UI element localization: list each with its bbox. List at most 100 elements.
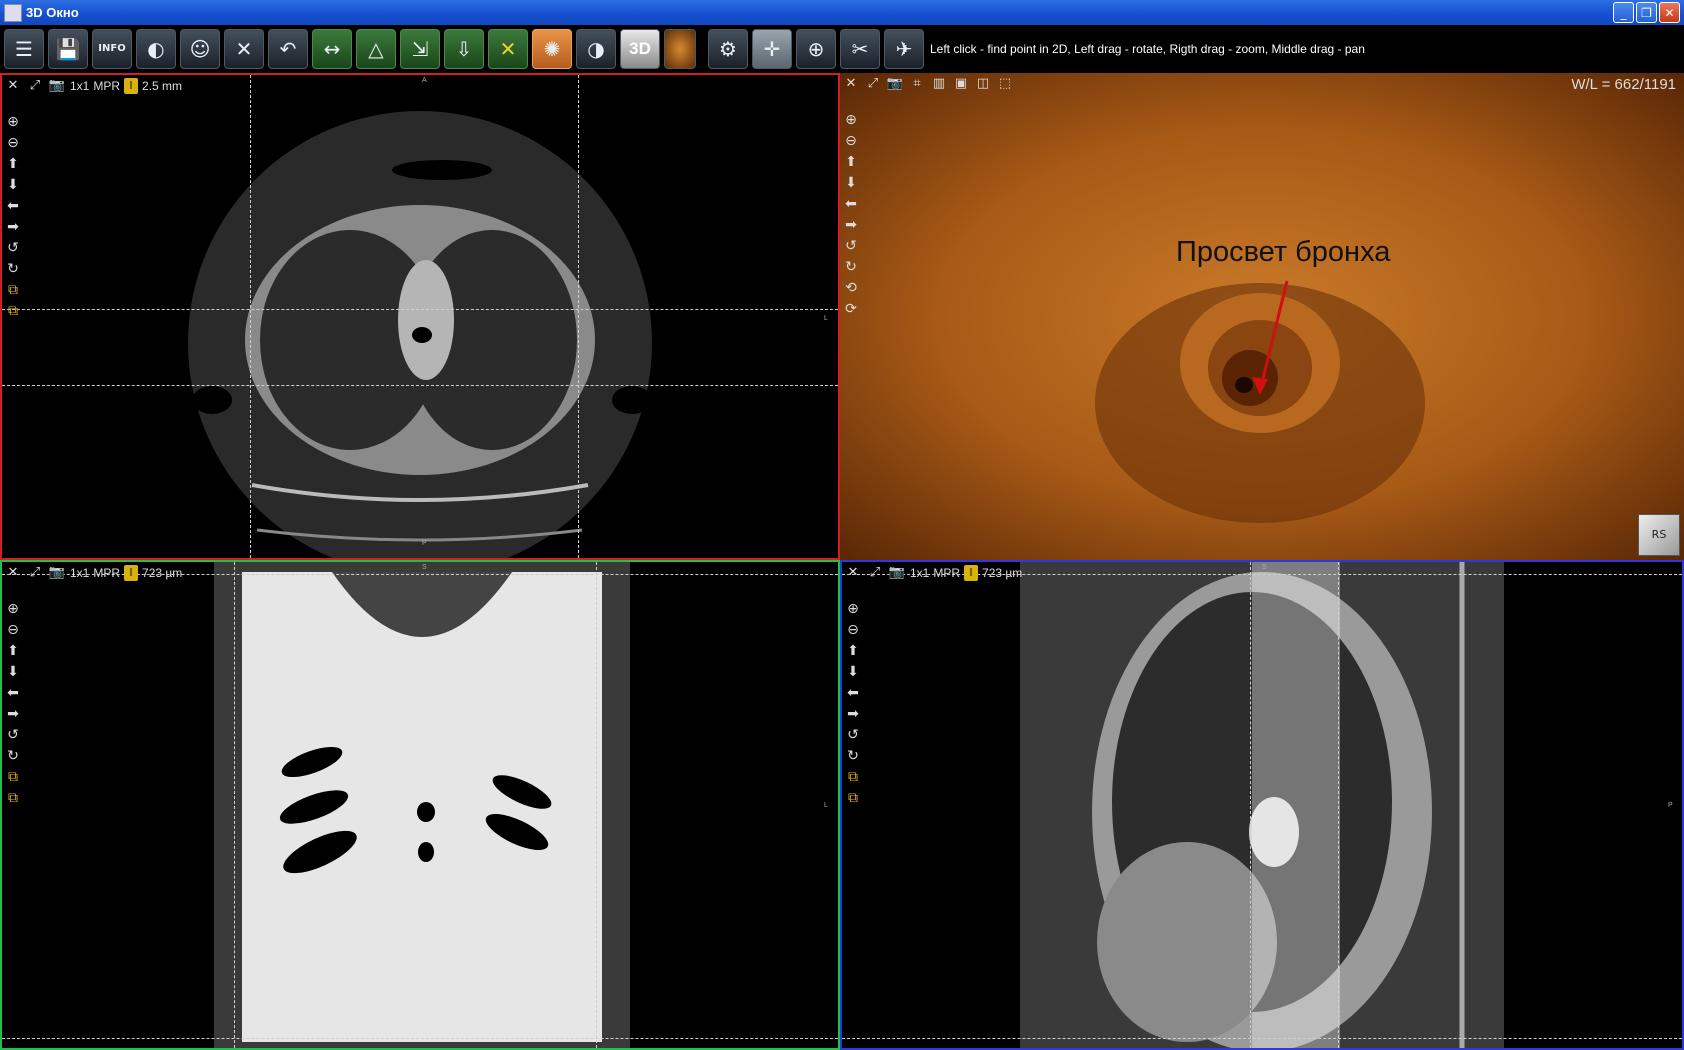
invert-icon[interactable]: ◑ — [576, 29, 616, 69]
volume-render-icon[interactable]: ✺ — [532, 29, 572, 69]
arrow-left-icon[interactable]: ⬅ — [844, 684, 862, 702]
rotate-right-icon[interactable]: ↻ — [844, 747, 862, 765]
scissors-icon[interactable]: ✂ — [840, 29, 880, 69]
flip-horizontal-icon[interactable]: ⧉ — [844, 768, 862, 786]
crosshair-line-v2[interactable] — [596, 562, 597, 1048]
airplane-icon[interactable]: ✈ — [884, 29, 924, 69]
roll-right-icon[interactable]: ⟳ — [842, 300, 860, 318]
arrow-left-icon[interactable]: ⬅ — [4, 684, 22, 702]
tools-icon[interactable]: ✕ — [4, 564, 22, 582]
arrow-up-icon[interactable]: ⬆ — [4, 155, 22, 173]
arrow-up-icon[interactable]: ⬆ — [4, 642, 22, 660]
crop-icon[interactable]: ⌗ — [908, 75, 926, 93]
arrow-up-icon[interactable]: ⬆ — [844, 642, 862, 660]
orientation-cube[interactable]: RS — [1638, 514, 1680, 556]
rotate-left-icon[interactable]: ↺ — [4, 726, 22, 744]
camera-icon[interactable]: 📷 — [886, 75, 904, 93]
sagittal-viewport[interactable]: S P ✕ ⤢ 📷 1x1 MPR I 723 µm ⊕ ⊖ ⬆ ⬇ ⬅ ➡ ↺… — [840, 560, 1684, 1050]
layout-label[interactable]: 1x1 — [910, 566, 929, 580]
maximize-button[interactable]: ❐ — [1636, 2, 1657, 23]
arrow-down-icon[interactable]: ⬇ — [4, 176, 22, 194]
camera-icon[interactable]: 📷 — [48, 77, 66, 95]
contrast-settings-icon[interactable]: ◐ — [136, 29, 176, 69]
axial-viewport[interactable]: A P L ✕ ⤢ 📷 1x1 MPR I 2.5 mm ⊕ ⊖ ⬆ ⬇ ⬅ ➡… — [0, 73, 840, 560]
rotate-left-icon[interactable]: ↺ — [842, 237, 860, 255]
layout-icon[interactable]: ☰ — [4, 29, 44, 69]
crosshair-line-v1[interactable] — [1250, 562, 1251, 1048]
box-icon[interactable]: ▣ — [952, 75, 970, 93]
arrow-right-icon[interactable]: ➡ — [4, 705, 22, 723]
crosshair-line-v1[interactable] — [250, 75, 251, 558]
roll-left-icon[interactable]: ⟲ — [842, 279, 860, 297]
info-icon[interactable]: INFO — [92, 29, 132, 69]
crosshair-icon[interactable]: ✛ — [752, 29, 792, 69]
flip-vertical-icon[interactable]: ⧉ — [844, 789, 862, 807]
tools-icon[interactable]: ✕ — [842, 75, 860, 93]
flip-vertical-icon[interactable]: ⧉ — [4, 789, 22, 807]
crosshair-line-h2[interactable] — [842, 1038, 1682, 1039]
arrow-left-icon[interactable]: ⬅ — [842, 195, 860, 213]
flip-horizontal-icon[interactable]: ⧉ — [4, 768, 22, 786]
rotate-right-icon[interactable]: ↻ — [4, 747, 22, 765]
zoom-out-icon[interactable]: ⊖ — [4, 621, 22, 639]
arrow-left-icon[interactable]: ⬅ — [4, 197, 22, 215]
cut-plane-icon[interactable]: ▥ — [930, 75, 948, 93]
fullscreen-icon[interactable]: ⤢ — [866, 564, 884, 582]
flip-horizontal-icon[interactable]: ⧉ — [4, 281, 22, 299]
rotate-right-icon[interactable]: ↻ — [4, 260, 22, 278]
crosshair-line-h1[interactable] — [2, 309, 838, 310]
mode-label[interactable]: MPR — [93, 566, 120, 580]
undo-icon[interactable]: ↶ — [268, 29, 308, 69]
delete-icon[interactable]: ✕ — [488, 29, 528, 69]
import-icon[interactable]: ⇩ — [444, 29, 484, 69]
tools-icon[interactable]: ✕ — [844, 564, 862, 582]
tools-icon[interactable]: ✕ — [4, 77, 22, 95]
crosshair-line-v2[interactable] — [1338, 562, 1339, 1048]
camera-icon[interactable]: 📷 — [888, 564, 906, 582]
rotate-left-icon[interactable]: ↺ — [844, 726, 862, 744]
head-icon[interactable]: ☺ — [180, 29, 220, 69]
arrow-down-icon[interactable]: ⬇ — [4, 663, 22, 681]
arrow-right-icon[interactable]: ➡ — [842, 216, 860, 234]
slice-thickness-icon[interactable]: I — [124, 78, 139, 94]
angle-icon[interactable]: △ — [356, 29, 396, 69]
crosshair-line-h2[interactable] — [2, 385, 838, 386]
crosshair-line-v1[interactable] — [234, 562, 235, 1048]
minimize-button[interactable]: _ — [1613, 2, 1634, 23]
ruler-icon[interactable]: ↔ — [312, 29, 352, 69]
arrow-down-icon[interactable]: ⬇ — [842, 174, 860, 192]
zoom-in-icon[interactable]: ⊕ — [842, 111, 860, 129]
close-button[interactable]: ✕ — [1659, 2, 1680, 23]
tools-icon[interactable]: ✕ — [224, 29, 264, 69]
slice-thickness-icon[interactable]: I — [124, 565, 139, 581]
slice-thickness-icon[interactable]: I — [964, 565, 979, 581]
flip-vertical-icon[interactable]: ⧉ — [4, 302, 22, 320]
coronal-viewport[interactable]: S L ✕ ⤢ 📷 1x1 MPR I 723 µm ⊕ ⊖ ⬆ ⬇ ⬅ ➡ ↺… — [0, 560, 840, 1050]
zoom-out-icon[interactable]: ⊖ — [4, 134, 22, 152]
settings-head-icon[interactable]: ⚙ — [708, 29, 748, 69]
cube-outline-icon[interactable]: ⬚ — [996, 75, 1014, 93]
fullscreen-icon[interactable]: ⤢ — [26, 77, 44, 95]
fullscreen-icon[interactable]: ⤢ — [26, 564, 44, 582]
zoom-out-icon[interactable]: ⊖ — [844, 621, 862, 639]
fullscreen-icon[interactable]: ⤢ — [864, 75, 882, 93]
texture-icon[interactable] — [664, 29, 696, 69]
arrow-right-icon[interactable]: ➡ — [844, 705, 862, 723]
layout-label[interactable]: 1x1 — [70, 79, 89, 93]
mode-label[interactable]: MPR — [933, 566, 960, 580]
arrow-up-icon[interactable]: ⬆ — [842, 153, 860, 171]
zoom-in-icon[interactable]: ⊕ — [4, 113, 22, 131]
rotate-right-icon[interactable]: ↻ — [842, 258, 860, 276]
arrow-right-icon[interactable]: ➡ — [4, 218, 22, 236]
zoom-out-icon[interactable]: ⊖ — [842, 132, 860, 150]
layout-label[interactable]: 1x1 — [70, 566, 89, 580]
3d-icon[interactable]: 3D — [620, 29, 660, 69]
clip-icon[interactable]: ◫ — [974, 75, 992, 93]
save-icon[interactable]: 💾 — [48, 29, 88, 69]
rotate-left-icon[interactable]: ↺ — [4, 239, 22, 257]
magnifier-icon[interactable]: ⊕ — [796, 29, 836, 69]
arrow-down-icon[interactable]: ⬇ — [844, 663, 862, 681]
camera-icon[interactable]: 📷 — [48, 564, 66, 582]
export-icon[interactable]: ⇲ — [400, 29, 440, 69]
zoom-in-icon[interactable]: ⊕ — [4, 600, 22, 618]
